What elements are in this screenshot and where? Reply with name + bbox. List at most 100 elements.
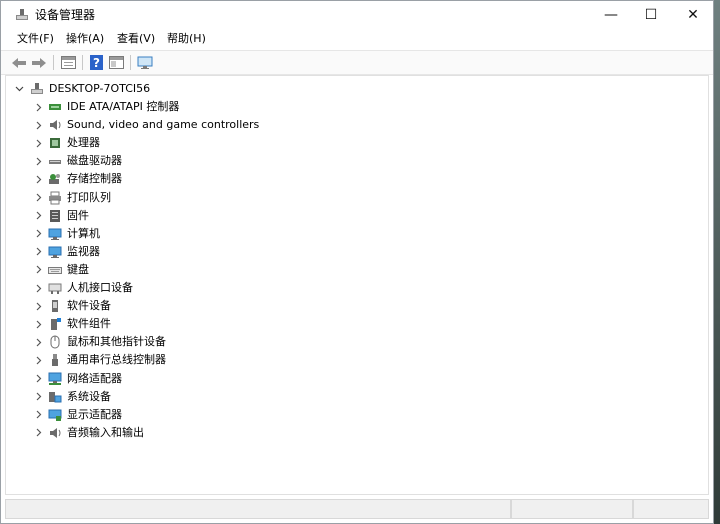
- chevron-down-icon[interactable]: [14, 80, 24, 98]
- tree-node-label: 鼠标和其他指针设备: [67, 335, 166, 349]
- chevron-right-icon[interactable]: [34, 315, 44, 333]
- chevron-right-icon[interactable]: [34, 116, 44, 134]
- tree-node-label: 网络适配器: [67, 371, 122, 385]
- tree-node[interactable]: 磁盘驱动器: [6, 152, 706, 170]
- device-tree[interactable]: DESKTOP-7OTCI56 IDE ATA/ATAPI 控制器 Sound, …: [5, 75, 709, 495]
- firmware-icon: [50, 209, 60, 222]
- chevron-right-icon[interactable]: [34, 134, 44, 152]
- status-segment: [633, 499, 709, 519]
- maximize-button[interactable]: ☐: [629, 1, 673, 29]
- tree-node-label: 磁盘驱动器: [67, 154, 122, 168]
- chevron-right-icon[interactable]: [34, 424, 44, 442]
- display-adapter-icon: [48, 409, 62, 421]
- forward-button[interactable]: [30, 54, 48, 71]
- status-bar: [5, 499, 709, 519]
- chevron-right-icon[interactable]: [34, 243, 44, 261]
- device-view-button[interactable]: [107, 54, 125, 71]
- help-button[interactable]: ?: [87, 54, 105, 71]
- toolbar-separator: [82, 55, 83, 70]
- tree-node[interactable]: 人机接口设备: [6, 279, 706, 297]
- chevron-right-icon[interactable]: [34, 207, 44, 225]
- disk-drive-icon: [49, 160, 61, 165]
- tree-node[interactable]: IDE ATA/ATAPI 控制器: [6, 98, 706, 116]
- window-title: 设备管理器: [35, 8, 96, 22]
- chevron-right-icon[interactable]: [34, 225, 44, 243]
- processor-icon: [50, 138, 60, 149]
- status-segment: [511, 499, 633, 519]
- tree-node[interactable]: 显示适配器: [6, 406, 706, 424]
- storage-controller-icon: [49, 174, 60, 185]
- tree-node[interactable]: 系统设备: [6, 388, 706, 406]
- chevron-right-icon[interactable]: [34, 388, 44, 406]
- tree-node-label: 音频输入和输出: [67, 425, 144, 439]
- device-manager-window: 设备管理器 — ☐ ✕ 文件(F) 操作(A) 查看(V) 帮助(H) ? DE…: [0, 0, 714, 524]
- device-view-icon: [108, 56, 124, 69]
- scan-hardware-button[interactable]: [136, 54, 154, 71]
- tree-node-label: 存储控制器: [67, 172, 122, 186]
- tree-node-label: 固件: [67, 208, 89, 222]
- chevron-right-icon[interactable]: [34, 297, 44, 315]
- menu-view[interactable]: 查看(V): [115, 31, 157, 47]
- chevron-right-icon[interactable]: [34, 170, 44, 188]
- tree-node[interactable]: 软件设备: [6, 297, 706, 315]
- system-device-icon: [49, 391, 62, 403]
- mouse-icon: [50, 335, 60, 349]
- keyboard-icon: [48, 266, 62, 274]
- software-device-icon: [52, 300, 58, 313]
- chevron-right-icon[interactable]: [34, 261, 44, 279]
- menu-action[interactable]: 操作(A): [64, 31, 106, 47]
- tree-node-label: 打印队列: [67, 190, 111, 204]
- title-bar[interactable]: 设备管理器 — ☐ ✕: [1, 1, 713, 29]
- properties-button[interactable]: [59, 54, 77, 71]
- tree-node[interactable]: 网络适配器: [6, 370, 706, 388]
- chevron-right-icon[interactable]: [34, 406, 44, 424]
- svg-text:?: ?: [93, 56, 100, 70]
- tree-node-label: Sound, video and game controllers: [67, 118, 260, 132]
- tree-node[interactable]: 存储控制器: [6, 170, 706, 188]
- tree-node-label: 软件设备: [67, 299, 111, 313]
- properties-icon: [60, 56, 76, 69]
- tree-node[interactable]: 音频输入和输出: [6, 424, 706, 442]
- chevron-right-icon[interactable]: [34, 370, 44, 388]
- menu-help[interactable]: 帮助(H): [165, 31, 208, 47]
- tree-node[interactable]: 键盘: [6, 261, 706, 279]
- tree-node[interactable]: 打印队列: [6, 189, 706, 207]
- computer-root-icon: [31, 83, 43, 94]
- status-segment: [5, 499, 511, 519]
- tree-node[interactable]: Sound, video and game controllers: [6, 116, 706, 134]
- chevron-right-icon[interactable]: [34, 98, 44, 116]
- tree-node[interactable]: 固件: [6, 207, 706, 225]
- back-button[interactable]: [10, 54, 28, 71]
- minimize-button[interactable]: —: [589, 1, 633, 29]
- menu-file[interactable]: 文件(F): [15, 31, 56, 47]
- software-component-icon: [51, 318, 61, 331]
- toolbar: ?: [1, 50, 713, 75]
- chevron-right-icon[interactable]: [34, 189, 44, 207]
- printer-icon: [49, 191, 61, 204]
- tree-node[interactable]: 计算机: [6, 225, 706, 243]
- tree-node-label: IDE ATA/ATAPI 控制器: [67, 100, 180, 113]
- tree-node-label: 通用串行总线控制器: [67, 353, 166, 367]
- chevron-right-icon[interactable]: [34, 152, 44, 170]
- computer-icon: [48, 228, 62, 240]
- back-arrow-icon: [12, 57, 26, 68]
- tree-node[interactable]: 监视器: [6, 243, 706, 261]
- chevron-right-icon[interactable]: [34, 279, 44, 297]
- menu-bar: 文件(F) 操作(A) 查看(V) 帮助(H): [1, 29, 713, 49]
- tree-node[interactable]: 处理器: [6, 134, 706, 152]
- tree-node-label: 系统设备: [67, 389, 111, 403]
- ide-controller-icon: [49, 104, 61, 110]
- tree-node[interactable]: 鼠标和其他指针设备: [6, 333, 706, 351]
- tree-node-label: 显示适配器: [67, 407, 122, 421]
- forward-arrow-icon: [32, 57, 46, 68]
- chevron-right-icon[interactable]: [34, 351, 44, 369]
- tree-node[interactable]: 通用串行总线控制器: [6, 351, 706, 369]
- chevron-right-icon[interactable]: [34, 333, 44, 351]
- toolbar-separator: [53, 55, 54, 70]
- speaker-icon: [50, 120, 61, 131]
- help-icon: ?: [89, 55, 103, 70]
- tree-node-label: 键盘: [67, 262, 89, 276]
- tree-node[interactable]: 软件组件: [6, 315, 706, 333]
- audio-io-icon: [50, 427, 61, 438]
- close-button[interactable]: ✕: [671, 1, 713, 29]
